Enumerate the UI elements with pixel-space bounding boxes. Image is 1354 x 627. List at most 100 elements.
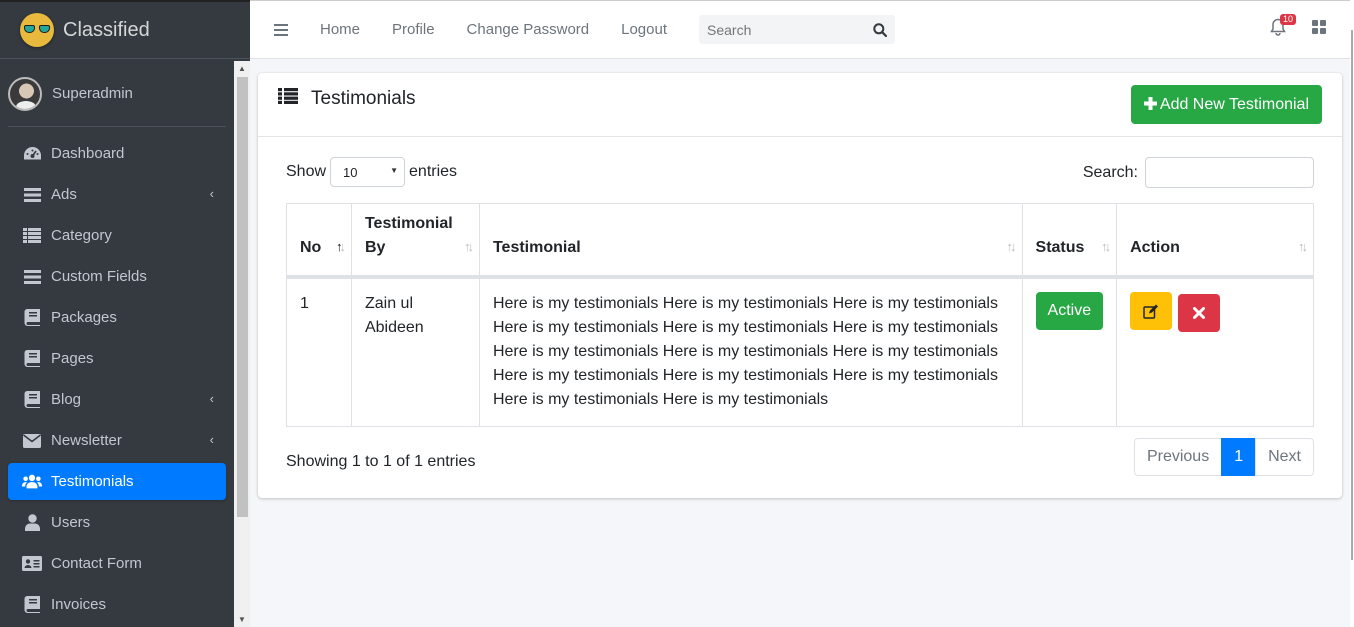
testimonials-table: No ↑↓ Testimonial By ↑↓ Testimonial ↑↓ Stat… [286, 203, 1314, 427]
book-icon [22, 350, 42, 368]
scroll-down-arrow-icon[interactable]: ▼ [237, 615, 247, 624]
column-header-status[interactable]: Status ↑↓ [1021, 203, 1117, 278]
sidebar-item-label: Dashboard [51, 145, 125, 162]
chevron-left-icon: ‹ [209, 391, 214, 406]
sidebar-item-contact-form[interactable]: Contact Form [8, 545, 226, 582]
envelope-icon [22, 432, 42, 450]
pagination-previous[interactable]: Previous [1133, 438, 1223, 476]
notification-badge: 10 [1280, 14, 1297, 25]
close-icon [1192, 306, 1205, 319]
delete-button[interactable] [1177, 293, 1220, 332]
scrollbar-thumb[interactable] [237, 77, 248, 517]
book-icon [22, 391, 42, 409]
user-panel[interactable]: Superadmin [8, 61, 226, 127]
column-header-testimonial[interactable]: Testimonial ↑↓ [478, 203, 1022, 278]
apps-grid-icon[interactable] [1312, 20, 1326, 34]
table-search: Search: [1083, 157, 1314, 188]
sidebar-item-invoices[interactable]: Invoices [8, 586, 226, 623]
sidebar-item-category[interactable]: Category [8, 217, 226, 254]
sidebar-item-label: Custom Fields [51, 268, 147, 285]
cell-testimonial: Here is my testimonials Here is my testi… [478, 278, 1022, 427]
brand[interactable]: Classified [0, 2, 250, 59]
sidebar-item-packages[interactable]: Packages [8, 299, 226, 336]
sidebar-scrollbar[interactable]: ▲ ▼ [234, 61, 250, 627]
sidebar-nav: Dashboard Ads ‹ Category Custom Fields P… [0, 135, 234, 623]
add-testimonial-button[interactable]: Add New Testimonial [1130, 85, 1322, 124]
page-title: Testimonials [278, 88, 416, 110]
sidebar-item-label: Contact Form [51, 555, 142, 572]
page-scrollbar[interactable] [1350, 0, 1354, 627]
chevron-left-icon: ‹ [209, 186, 214, 201]
edit-icon [1143, 304, 1159, 319]
sidebar-item-pages[interactable]: Pages [8, 340, 226, 377]
list-icon [278, 88, 298, 110]
sidebar-item-ads[interactable]: Ads ‹ [8, 176, 226, 213]
sort-icon: ↑↓ [463, 239, 474, 254]
column-header-testimonial-by[interactable]: Testimonial By ↑↓ [350, 203, 479, 278]
sidebar-item-label: Testimonials [51, 473, 134, 490]
chevron-left-icon: ‹ [209, 432, 214, 447]
book-icon [22, 596, 42, 614]
table-controls: Show 10 entries Search: [286, 157, 1314, 189]
address-card-icon [22, 555, 42, 573]
sort-ascending-icon: ↑↓ [335, 239, 346, 254]
card-header: Testimonials Add New Testimonial [258, 73, 1342, 137]
top-search-input[interactable] [699, 15, 866, 44]
tachometer-icon [22, 145, 42, 163]
cell-status: Active [1021, 278, 1117, 427]
entries-length-control: Show 10 entries [286, 157, 457, 187]
list-icon [22, 227, 42, 245]
top-search-box [699, 15, 896, 44]
pagination-page-1[interactable]: 1 [1221, 438, 1257, 476]
entries-select-value: 10 [343, 164, 358, 180]
column-label: Status [1035, 239, 1085, 256]
cell-testimonial-by: Zain ul Abideen [350, 278, 479, 427]
menu-toggle-icon[interactable] [274, 23, 288, 36]
status-badge[interactable]: Active [1035, 292, 1104, 330]
entries-select[interactable]: 10 [330, 157, 406, 187]
topbar-right: 10 [1270, 14, 1326, 36]
sidebar-item-custom-fields[interactable]: Custom Fields [8, 258, 226, 295]
column-label: No [300, 239, 322, 256]
sidebar-item-newsletter[interactable]: Newsletter ‹ [8, 422, 226, 459]
cell-no: 1 [286, 278, 351, 427]
sidebar-item-label: Ads [51, 186, 77, 203]
bars-icon [22, 186, 42, 204]
cell-action [1116, 278, 1314, 427]
sidebar-item-label: Users [51, 514, 91, 531]
nav-link-change-password[interactable]: Change Password [467, 21, 590, 38]
pagination: Previous 1 Next [1133, 438, 1314, 476]
column-label: Action [1130, 239, 1180, 256]
column-header-action[interactable]: Action ↑↓ [1116, 203, 1314, 278]
sidebar-item-testimonials[interactable]: Testimonials [8, 463, 226, 500]
table-info: Showing 1 to 1 of 1 entries [286, 453, 476, 470]
sidebar-item-dashboard[interactable]: Dashboard [8, 135, 226, 172]
pagination-next[interactable]: Next [1255, 438, 1314, 476]
bars-icon [22, 268, 42, 286]
brand-logo-icon [20, 13, 54, 47]
testimonials-card: Testimonials Add New Testimonial Show 10… [258, 73, 1342, 498]
nav-link-profile[interactable]: Profile [392, 21, 435, 38]
card-title-text: Testimonials [311, 88, 416, 109]
sidebar-item-blog[interactable]: Blog ‹ [8, 381, 226, 418]
nav-link-home[interactable]: Home [320, 21, 360, 38]
user-icon [22, 514, 42, 532]
notifications-bell-icon[interactable]: 10 [1270, 14, 1297, 36]
scroll-up-arrow-icon[interactable]: ▲ [237, 64, 247, 73]
sidebar-scroll-area: Superadmin Dashboard Ads ‹ Category Cust… [0, 61, 234, 627]
brand-name: Classified [63, 18, 150, 41]
table-search-input[interactable] [1145, 157, 1314, 188]
top-navbar: Home Profile Change Password Logout 10 [250, 0, 1354, 59]
nav-link-logout[interactable]: Logout [621, 21, 667, 38]
table-row: 1 Zain ul Abideen Here is my testimonial… [286, 278, 1314, 427]
sidebar-item-label: Category [51, 227, 112, 244]
column-header-no[interactable]: No ↑↓ [286, 203, 351, 278]
sidebar: Classified Superadmin Dashboard Ads ‹ Ca… [0, 0, 250, 627]
table-search-label: Search: [1082, 163, 1138, 181]
search-icon[interactable] [865, 22, 895, 37]
entries-label: entries [409, 163, 458, 180]
sidebar-item-users[interactable]: Users [8, 504, 226, 541]
sidebar-item-label: Pages [51, 350, 94, 367]
column-label: Testimonial [492, 239, 581, 256]
edit-button[interactable] [1130, 292, 1173, 330]
